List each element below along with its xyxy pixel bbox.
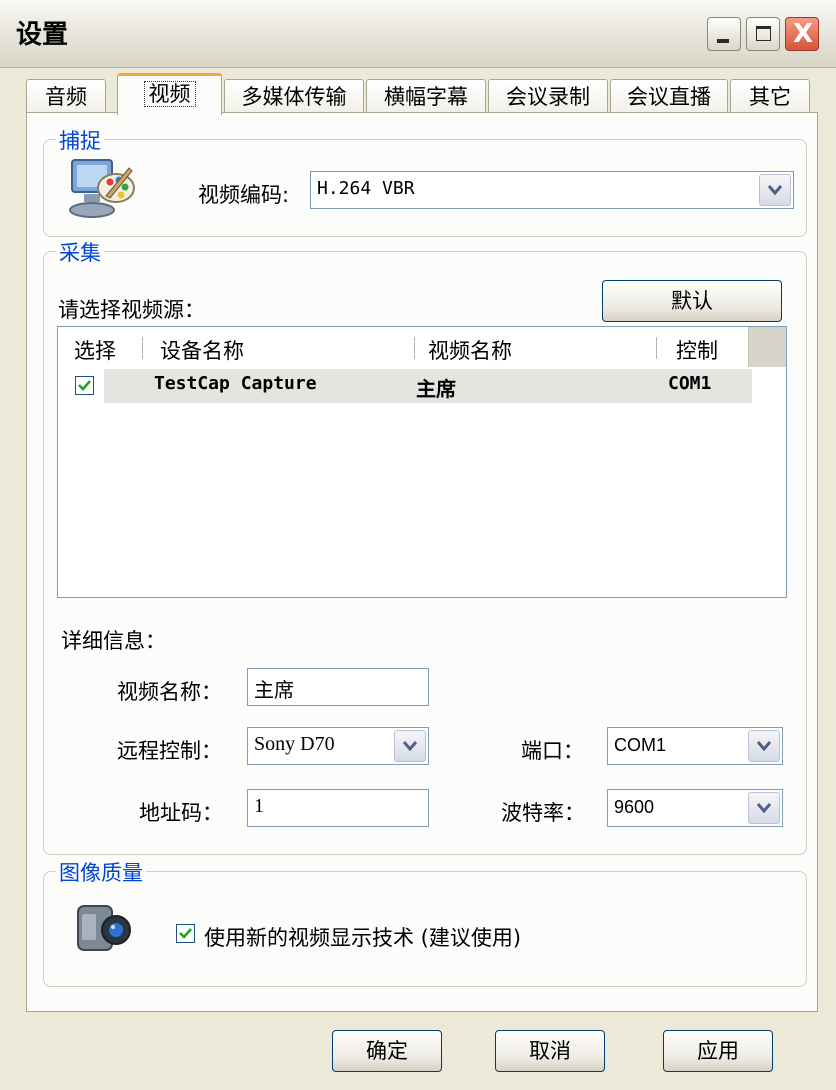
- tab-multimedia[interactable]: 多媒体传输: [224, 79, 364, 115]
- codec-label: 视频编码:: [198, 183, 290, 207]
- tab-label: 会议录制: [506, 85, 590, 109]
- video-camera-icon: [77, 905, 131, 951]
- new-display-tech-checkbox[interactable]: [176, 924, 195, 943]
- column-video-name[interactable]: 视频名称: [428, 335, 512, 365]
- video-source-prompt: 请选择视频源：: [58, 298, 205, 322]
- close-icon: X: [792, 19, 814, 49]
- baud-rate-value: 9600: [614, 797, 655, 817]
- remote-control-label: 远程控制：: [117, 739, 222, 763]
- column-divider: [414, 337, 415, 359]
- list-header: 选择 设备名称 视频名称 控制: [58, 327, 786, 367]
- tab-label: 音频: [45, 85, 87, 109]
- header-filler: [748, 327, 786, 367]
- capture-group: 捕捉 视频编码: H.264 VBR: [43, 125, 807, 237]
- port-label: 端口：: [521, 739, 584, 763]
- row-checkbox[interactable]: [75, 376, 94, 395]
- chevron-down-icon: [403, 741, 417, 751]
- chevron-down-icon: [757, 803, 771, 813]
- minimize-button[interactable]: [707, 17, 741, 51]
- column-select[interactable]: 选择: [74, 335, 116, 365]
- minimize-icon: [717, 39, 729, 43]
- video-tab-panel: 捕捉 视频编码: H.264 VBR 采集 请选择视频源： 默认 选择 设备名称…: [26, 112, 818, 1012]
- remote-control-value: Sony D70: [254, 733, 335, 755]
- remote-control-select[interactable]: Sony D70: [247, 727, 429, 765]
- column-device-name[interactable]: 设备名称: [160, 335, 244, 365]
- detail-label: 详细信息：: [61, 629, 166, 653]
- settings-window: 设置 X 音频 视频 多媒体传输 横幅字幕 会议录制 会议直播 其它 捕捉 视频…: [0, 0, 836, 1090]
- device-name-cell: TestCap Capture: [154, 373, 317, 394]
- codec-select[interactable]: H.264 VBR: [310, 171, 794, 209]
- video-name-value: 主席: [254, 680, 294, 702]
- address-code-label: 地址码：: [139, 801, 223, 825]
- maximize-icon: [756, 26, 771, 41]
- checkmark-icon: [179, 928, 192, 939]
- tab-other[interactable]: 其它: [730, 79, 810, 115]
- tab-video[interactable]: 视频: [117, 73, 222, 115]
- dropdown-button[interactable]: [759, 174, 791, 206]
- dropdown-button[interactable]: [748, 792, 780, 824]
- close-button[interactable]: X: [785, 17, 819, 51]
- codec-value: H.264 VBR: [317, 178, 415, 199]
- video-source-list[interactable]: 选择 设备名称 视频名称 控制 TestCap Capture 主席 COM1: [57, 326, 787, 598]
- title-bar[interactable]: 设置 X: [0, 0, 836, 68]
- ok-button[interactable]: 确定: [332, 1030, 442, 1072]
- column-divider: [656, 337, 657, 359]
- port-value: COM1: [614, 735, 667, 755]
- image-quality-legend: 图像质量: [56, 857, 146, 887]
- tab-audio[interactable]: 音频: [26, 79, 106, 115]
- address-code-value: 1: [254, 795, 264, 817]
- video-name-label: 视频名称：: [117, 680, 222, 704]
- image-quality-group: 图像质量 使用新的视频显示技术 (建议使用): [43, 857, 807, 987]
- video-name-cell: 主席: [416, 377, 456, 401]
- baud-rate-select[interactable]: 9600: [607, 789, 783, 827]
- port-select[interactable]: COM1: [607, 727, 783, 765]
- capture-legend: 捕捉: [56, 125, 104, 155]
- tab-label: 横幅字幕: [384, 85, 468, 109]
- column-divider: [142, 337, 143, 359]
- tab-label: 多媒体传输: [241, 85, 347, 109]
- new-display-tech-label[interactable]: 使用新的视频显示技术 (建议使用): [204, 922, 521, 952]
- checkmark-icon: [78, 380, 91, 391]
- chevron-down-icon: [768, 185, 782, 195]
- dropdown-button[interactable]: [394, 730, 426, 762]
- collect-legend: 采集: [56, 237, 104, 267]
- video-settings-icon: [69, 159, 135, 218]
- maximize-button[interactable]: [746, 17, 780, 51]
- tab-strip: 音频 视频 多媒体传输 横幅字幕 会议录制 会议直播 其它: [26, 73, 816, 115]
- chevron-down-icon: [757, 741, 771, 751]
- video-name-input[interactable]: 主席: [247, 668, 429, 706]
- tab-recording[interactable]: 会议录制: [488, 79, 608, 115]
- dropdown-button[interactable]: [748, 730, 780, 762]
- apply-button[interactable]: 应用: [663, 1030, 773, 1072]
- tab-label: 其它: [749, 85, 791, 109]
- baud-rate-label: 波特率：: [501, 801, 585, 825]
- control-cell: COM1: [668, 373, 712, 394]
- default-button[interactable]: 默认: [602, 280, 782, 322]
- tab-banner[interactable]: 横幅字幕: [366, 79, 486, 115]
- tab-label: 视频: [143, 81, 196, 107]
- address-code-input[interactable]: 1: [247, 789, 429, 827]
- cancel-button[interactable]: 取消: [495, 1030, 605, 1072]
- window-title: 设置: [16, 20, 69, 50]
- tab-label: 会议直播: [627, 85, 711, 109]
- column-control[interactable]: 控制: [676, 335, 718, 365]
- tab-live[interactable]: 会议直播: [610, 79, 728, 115]
